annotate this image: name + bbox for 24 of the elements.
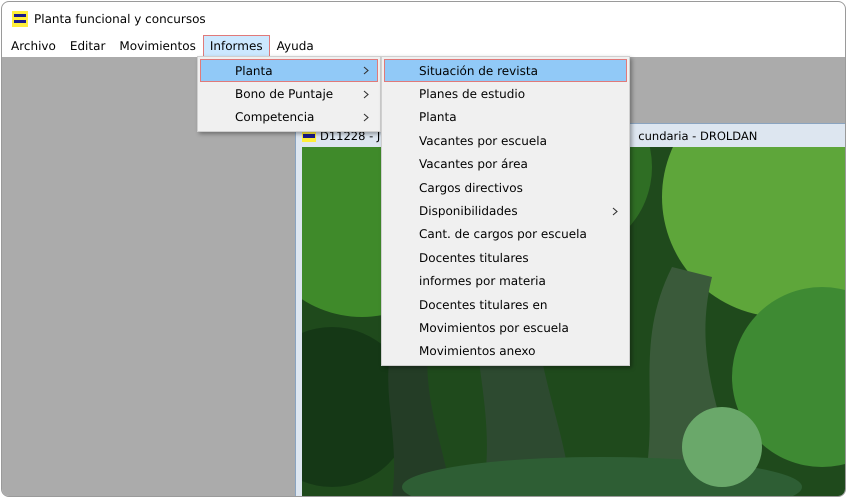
menu-item[interactable]: Cant. de cargos por escuela bbox=[384, 222, 627, 246]
menu-item[interactable]: Docentes titulares en bbox=[384, 292, 627, 316]
menu-item[interactable]: Situación de revista bbox=[384, 59, 627, 82]
menu-item[interactable]: Movimientos por escuela bbox=[384, 316, 627, 340]
menu-item[interactable]: Movimientos anexo bbox=[384, 340, 627, 364]
menu-item[interactable]: Editar bbox=[62, 35, 112, 57]
menu-item[interactable]: Disponibilidades bbox=[384, 199, 627, 223]
menu-item[interactable]: Cargos directivos bbox=[384, 176, 627, 200]
menu-item[interactable]: Archivo bbox=[4, 35, 63, 57]
window-title: Planta funcional y concursos bbox=[34, 12, 206, 26]
menu-item[interactable]: Movimientos bbox=[112, 35, 203, 57]
menu-item[interactable]: Informes bbox=[202, 35, 270, 57]
menu-item[interactable]: Ayuda bbox=[270, 35, 321, 57]
app-logo-icon bbox=[12, 10, 28, 26]
menu-item[interactable]: Competencia bbox=[200, 106, 378, 130]
child-window-title: cundaria - DROLDAN bbox=[638, 128, 758, 142]
menu-item[interactable]: Vacantes por escuela bbox=[384, 129, 627, 153]
menu-item[interactable]: Vacantes por área bbox=[384, 152, 627, 176]
menu-item[interactable]: Planta bbox=[384, 106, 627, 130]
menu-item[interactable]: Planes de estudio bbox=[384, 82, 627, 106]
menu-item[interactable]: Bono de Puntaje bbox=[200, 82, 378, 106]
menu-item[interactable]: informes por materia bbox=[384, 270, 627, 293]
menu-item[interactable]: Planta bbox=[200, 59, 378, 82]
menu-item[interactable]: Docentes titulares bbox=[384, 246, 627, 270]
